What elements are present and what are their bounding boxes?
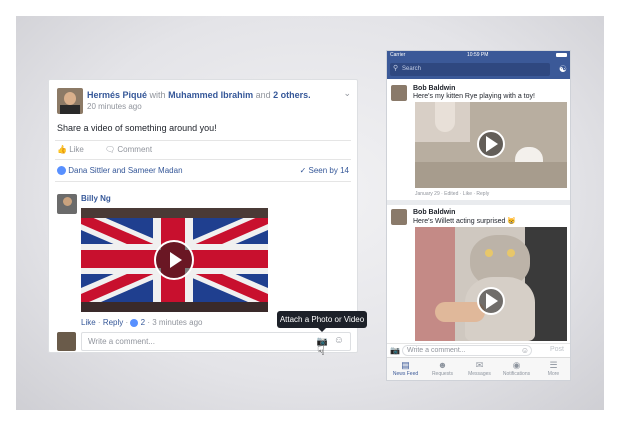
post-avatar[interactable]: [391, 209, 407, 225]
tab-bar: ▤ News Feed ☻ Requests ✉ Messages ◉ Notifica…: [387, 357, 570, 380]
commenter-name[interactable]: Billy Ng: [81, 194, 111, 203]
tab-label: More: [547, 371, 560, 377]
messages-icon: ✉: [475, 360, 484, 370]
divider: [55, 181, 351, 182]
tab-label: Messages: [468, 371, 491, 377]
mobile-app-screen: Carrier 10:59 PM ⚲ Search ☯ Bob Baldwin …: [386, 50, 571, 381]
camera-icon[interactable]: 📷: [390, 346, 400, 355]
seen-by[interactable]: ✓ Seen by 14: [300, 166, 349, 175]
divider: [55, 159, 351, 160]
tagged-friend[interactable]: Muhammed Ibrahim: [168, 90, 253, 100]
post-author[interactable]: Bob Baldwin: [413, 209, 455, 216]
reactors-names[interactable]: Dana Sittler and Sameer Madan: [68, 166, 182, 175]
chevron-down-icon[interactable]: ⌄: [343, 88, 351, 99]
mobile-comment-placeholder: Write a comment...: [407, 347, 466, 354]
emoji-icon[interactable]: ☺: [334, 335, 344, 346]
tab-label: News Feed: [392, 371, 419, 377]
like-label: Like: [69, 145, 84, 154]
post-text: Here's my kitten Rye playing with a toy!: [413, 93, 535, 100]
tab-label: Requests: [431, 371, 454, 377]
status-clock: 10:59 PM: [467, 52, 489, 58]
post-button[interactable]: Post: [550, 346, 564, 353]
carrier-label: Carrier: [390, 52, 406, 58]
play-button[interactable]: [477, 130, 505, 158]
author-name[interactable]: Hermés Piqué: [87, 90, 147, 100]
post-time[interactable]: 20 minutes ago: [87, 102, 142, 111]
tab-news-feed[interactable]: ▤ News Feed: [387, 360, 424, 377]
post-text: Here's Willett acting surprised 😸: [413, 218, 517, 225]
comment-button[interactable]: 🗨 Comment: [105, 145, 152, 154]
menu-icon: ☰: [549, 360, 558, 370]
post-avatar[interactable]: [391, 85, 407, 101]
requests-icon: ☻: [437, 360, 448, 370]
play-button[interactable]: [477, 287, 505, 315]
checkmark-icon: ✓: [299, 166, 307, 175]
top-bar: Carrier 10:59 PM ⚲ Search ☯: [387, 51, 570, 79]
my-avatar: [57, 332, 76, 351]
news-feed-icon: ▤: [401, 360, 410, 370]
tab-requests[interactable]: ☻ Requests: [424, 360, 461, 377]
mobile-comment-bar: 📷 Write a comment... ☺ Post: [387, 343, 570, 357]
attach-tooltip: Attach a Photo or Video: [277, 311, 367, 332]
post-author[interactable]: Bob Baldwin: [413, 85, 455, 92]
like-reaction-icon: [57, 166, 66, 176]
friends-icon[interactable]: ☯: [559, 64, 567, 75]
comment-placeholder: Write a comment...: [88, 337, 155, 346]
search-icon: ⚲: [393, 65, 399, 72]
comment-icon: 🗨: [105, 145, 116, 154]
seen-by-label: Seen by 14: [308, 166, 349, 175]
play-button[interactable]: [154, 240, 194, 280]
others-link[interactable]: 2 others.: [273, 90, 311, 100]
comment-like-count[interactable]: 2: [141, 318, 145, 327]
tab-label: Notifications: [502, 371, 531, 377]
cat-video[interactable]: [415, 227, 567, 341]
divider: [55, 140, 351, 141]
feed-separator: [387, 200, 570, 205]
comment-input[interactable]: Write a comment... 📷 ☺: [81, 332, 351, 351]
kitten-video[interactable]: [415, 102, 567, 188]
tab-messages[interactable]: ✉ Messages: [461, 360, 498, 377]
thumbs-up-icon: 👍: [57, 145, 67, 154]
comment-like-link[interactable]: Like: [81, 318, 96, 327]
mobile-comment-input[interactable]: Write a comment... ☺: [402, 345, 532, 356]
comment-reply-link[interactable]: Reply: [103, 318, 123, 327]
like-count-icon: [130, 318, 139, 327]
tab-more[interactable]: ☰ More: [535, 360, 570, 377]
comment-label: Comment: [117, 145, 153, 154]
hand-cursor-icon: ☟: [317, 343, 325, 358]
post-meta: January 29 · Edited · Like · Reply: [415, 191, 490, 197]
like-button[interactable]: 👍 Like: [57, 145, 84, 154]
and-text: and: [255, 90, 271, 100]
globe-icon: ◉: [512, 360, 521, 370]
reactions-summary[interactable]: Dana Sittler and Sameer Madan: [57, 166, 183, 176]
with-text: with: [149, 90, 166, 100]
comment-time[interactable]: 3 minutes ago: [152, 318, 202, 327]
comment-actions: Like · Reply · 2 · 3 minutes ago: [81, 318, 203, 327]
commenter-avatar[interactable]: [57, 194, 77, 214]
search-placeholder: Search: [402, 66, 422, 72]
author-avatar[interactable]: [57, 88, 83, 114]
post-message: Share a video of something around you!: [57, 123, 217, 133]
post-header: Hermés Piqué with Muhammed Ibrahim and 2…: [87, 90, 311, 100]
comment-video[interactable]: [81, 208, 268, 312]
tab-notifications[interactable]: ◉ Notifications: [498, 360, 535, 377]
battery-icon: [556, 53, 567, 57]
emoji-icon[interactable]: ☺: [521, 346, 529, 355]
search-input[interactable]: ⚲ Search: [390, 63, 550, 76]
